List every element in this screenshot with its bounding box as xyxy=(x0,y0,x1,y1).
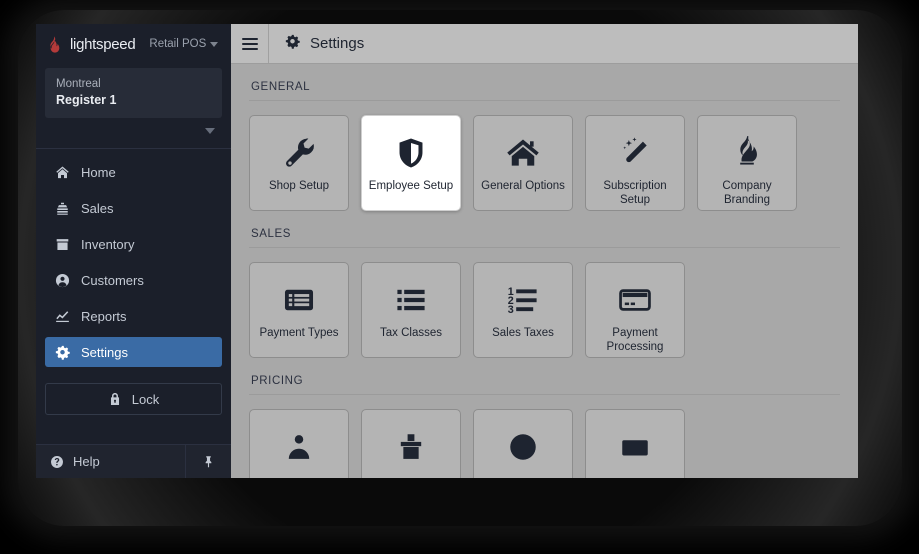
tile-company-branding[interactable]: Company Branding xyxy=(697,115,797,211)
register-expand-button[interactable] xyxy=(36,118,231,144)
tile-label xyxy=(630,468,640,474)
sidebar-item-label: Settings xyxy=(81,344,128,360)
lock-button[interactable]: Lock xyxy=(45,383,222,415)
register-name: Register 1 xyxy=(56,93,117,107)
tile-label: Shop Setup xyxy=(268,180,330,192)
pricing-tile-icon-2 xyxy=(394,426,428,468)
sidebar-item-reports[interactable]: Reports xyxy=(45,301,222,331)
pricing-tile-icon-1 xyxy=(282,426,316,468)
section-heading-sales: SALES xyxy=(249,211,840,248)
flame-logo-icon xyxy=(46,35,62,53)
credit-card-icon xyxy=(618,279,652,321)
tile-employee-setup[interactable]: Employee Setup xyxy=(361,115,461,211)
tile-sales-taxes[interactable]: 1 2 3 Sales Taxes xyxy=(473,262,573,358)
sidebar-nav: Home Sales Inventory Customers Reports S… xyxy=(36,157,231,373)
tile-label: Subscription Setup xyxy=(603,180,667,206)
tile-label: Company Branding xyxy=(722,180,772,206)
sidebar: lightspeed Retail POS Montreal Register … xyxy=(36,24,231,478)
application-window: lightspeed Retail POS Montreal Register … xyxy=(36,24,858,478)
sidebar-item-label: Sales xyxy=(81,200,114,216)
register-location: Montreal xyxy=(56,78,101,90)
house-icon xyxy=(505,132,541,174)
help-button[interactable]: Help xyxy=(36,445,185,478)
gear-icon xyxy=(55,345,70,360)
magic-wand-icon xyxy=(617,132,653,174)
tile-label: Payment Processing xyxy=(606,327,664,353)
sidebar-brand-bar: lightspeed Retail POS xyxy=(36,24,231,64)
top-bar: Settings xyxy=(231,24,858,64)
tile-pricing-1[interactable] xyxy=(249,409,349,478)
sidebar-item-home[interactable]: Home xyxy=(45,157,222,187)
section-heading-general: GENERAL xyxy=(249,64,840,101)
brand-name: lightspeed xyxy=(70,35,136,53)
help-button-label: Help xyxy=(73,454,100,469)
section-heading-pricing: PRICING xyxy=(249,358,840,395)
tile-label xyxy=(518,468,528,474)
pin-button[interactable] xyxy=(185,445,231,478)
tile-shop-setup[interactable]: Shop Setup xyxy=(249,115,349,211)
tile-label xyxy=(406,468,416,474)
screen: lightspeed Retail POS Montreal Register … xyxy=(0,0,919,554)
hamburger-menu-button[interactable] xyxy=(231,24,269,63)
wrench-icon xyxy=(281,132,317,174)
sidebar-item-customers[interactable]: Customers xyxy=(45,265,222,295)
gear-icon xyxy=(285,34,300,54)
caret-down-icon xyxy=(205,128,215,134)
payment-list-card-icon xyxy=(282,279,316,321)
tile-row-general: Shop Setup Employee Setup General Option… xyxy=(249,115,840,211)
sidebar-item-sales[interactable]: Sales xyxy=(45,193,222,223)
sidebar-item-label: Inventory xyxy=(81,236,135,252)
hamburger-menu-icon xyxy=(241,35,258,53)
pin-icon xyxy=(201,454,216,469)
tile-label: Tax Classes xyxy=(380,327,442,339)
lock-icon xyxy=(108,392,123,407)
tile-payment-processing[interactable]: Payment Processing xyxy=(585,262,685,358)
tile-label: Sales Taxes xyxy=(492,327,554,339)
main-panel: Settings GENERAL Shop Setup Employee Set… xyxy=(231,24,858,478)
lock-button-label: Lock xyxy=(131,391,160,407)
help-circle-icon xyxy=(49,454,64,469)
app-switcher[interactable]: Retail POS xyxy=(149,38,219,50)
svg-text:3: 3 xyxy=(508,304,514,316)
tile-label: General Options xyxy=(481,180,565,192)
sidebar-item-label: Reports xyxy=(81,308,127,324)
tile-tax-classes[interactable]: Tax Classes xyxy=(361,262,461,358)
reports-chart-icon xyxy=(55,309,70,324)
tile-pricing-3[interactable] xyxy=(473,409,573,478)
home-icon xyxy=(55,165,70,180)
settings-content: GENERAL Shop Setup Employee Setup Genera… xyxy=(231,64,858,478)
sidebar-item-label: Customers xyxy=(81,272,144,288)
sidebar-divider xyxy=(36,148,231,149)
sales-icon xyxy=(55,201,70,216)
tile-row-sales: Payment Types Tax Classes 1 2 3 Sales Ta… xyxy=(249,262,840,358)
pricing-tile-icon-4 xyxy=(618,426,652,468)
pricing-tile-icon-3 xyxy=(506,426,540,468)
sidebar-item-label: Home xyxy=(81,164,116,180)
tile-label: Employee Setup xyxy=(368,180,454,192)
bullet-list-icon xyxy=(394,279,428,321)
numbered-list-icon: 1 2 3 xyxy=(506,279,540,321)
caret-down-icon xyxy=(210,41,219,47)
tile-general-options[interactable]: General Options xyxy=(473,115,573,211)
page-title-text: Settings xyxy=(310,35,365,52)
tile-payment-types[interactable]: Payment Types xyxy=(249,262,349,358)
inventory-box-icon xyxy=(55,237,70,252)
tile-label xyxy=(294,468,304,474)
customer-person-icon xyxy=(55,273,70,288)
sidebar-footer: Help xyxy=(36,444,231,478)
sidebar-item-inventory[interactable]: Inventory xyxy=(45,229,222,259)
app-switcher-label: Retail POS xyxy=(149,38,207,50)
tile-row-pricing xyxy=(249,409,840,478)
tile-subscription-setup[interactable]: Subscription Setup xyxy=(585,115,685,211)
tile-pricing-4[interactable] xyxy=(585,409,685,478)
sidebar-item-settings[interactable]: Settings xyxy=(45,337,222,367)
register-selector[interactable]: Montreal Register 1 xyxy=(45,68,222,118)
tile-pricing-2[interactable] xyxy=(361,409,461,478)
flame-icon xyxy=(730,132,764,174)
shield-icon xyxy=(394,132,428,174)
tile-label: Payment Types xyxy=(259,327,339,339)
page-title: Settings xyxy=(269,24,364,63)
